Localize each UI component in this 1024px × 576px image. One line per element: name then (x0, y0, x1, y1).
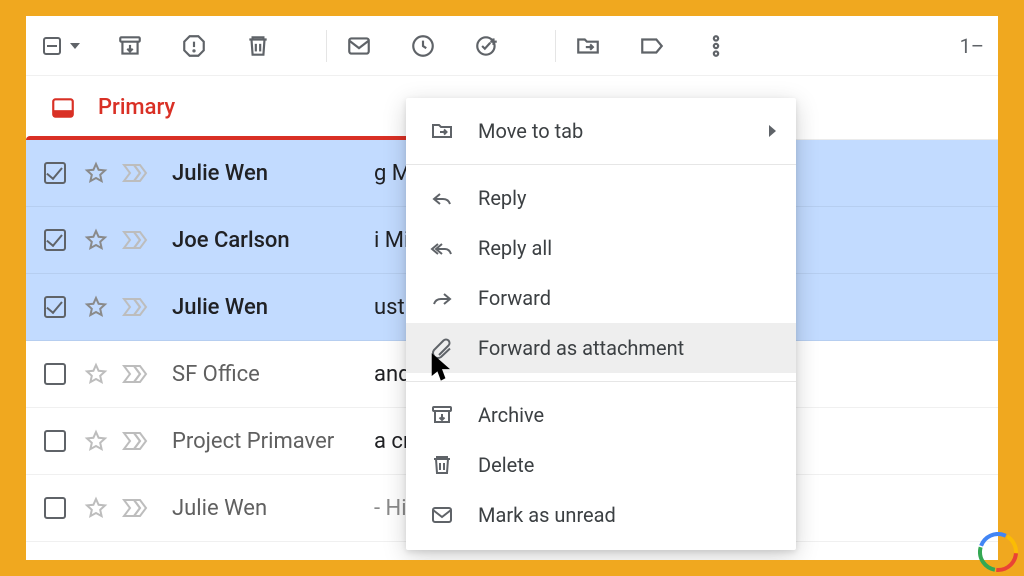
mark-unread-button[interactable] (345, 32, 373, 60)
star-icon[interactable] (84, 362, 108, 386)
report-spam-button[interactable] (180, 32, 208, 60)
context-menu: Move to tab Reply Reply all Forward Forw… (406, 98, 796, 550)
menu-label: Delete (478, 453, 534, 477)
trash-icon (430, 453, 454, 477)
toolbar-separator (326, 30, 327, 62)
menu-label: Reply all (478, 236, 552, 260)
row-sender: Project Primaver (172, 429, 362, 454)
reply-icon (430, 186, 454, 210)
importance-marker-icon[interactable] (122, 163, 150, 183)
archive-button[interactable] (116, 32, 144, 60)
menu-label: Forward (478, 286, 551, 310)
menu-divider (406, 164, 796, 165)
row-checkbox[interactable] (44, 162, 66, 184)
menu-mark-as-unread[interactable]: Mark as unread (406, 490, 796, 540)
row-checkbox[interactable] (44, 363, 66, 385)
menu-divider (406, 381, 796, 382)
menu-forward[interactable]: Forward (406, 273, 796, 323)
tab-label: Primary (98, 95, 175, 120)
star-icon[interactable] (84, 295, 108, 319)
mouse-cursor (430, 352, 454, 384)
importance-marker-icon[interactable] (122, 230, 150, 250)
menu-archive[interactable]: Archive (406, 390, 796, 440)
menu-delete[interactable]: Delete (406, 440, 796, 490)
move-to-button[interactable] (574, 32, 602, 60)
page-counter: 1– (960, 34, 984, 58)
menu-reply[interactable]: Reply (406, 173, 796, 223)
snooze-button[interactable] (409, 32, 437, 60)
mail-icon (430, 503, 454, 527)
row-sender: Julie Wen (172, 496, 362, 521)
select-all-dropdown[interactable] (40, 34, 80, 58)
delete-button[interactable] (244, 32, 272, 60)
forward-icon (430, 286, 454, 310)
importance-marker-icon[interactable] (122, 498, 150, 518)
menu-move-to-tab[interactable]: Move to tab (406, 106, 796, 156)
menu-label: Forward as attachment (478, 336, 684, 360)
row-sender: Julie Wen (172, 295, 362, 320)
row-checkbox[interactable] (44, 497, 66, 519)
row-sender: Julie Wen (172, 161, 362, 186)
row-sender: Joe Carlson (172, 228, 362, 253)
row-sender: SF Office (172, 362, 362, 387)
menu-label: Archive (478, 403, 544, 427)
row-checkbox[interactable] (44, 229, 66, 251)
gmail-frame: 1– Primary Promotions Julie Weng Meeting… (26, 16, 998, 560)
menu-reply-all[interactable]: Reply all (406, 223, 796, 273)
toolbar: 1– (26, 16, 998, 76)
menu-label: Move to tab (478, 119, 583, 143)
folder-move-icon (430, 119, 454, 143)
inbox-icon (50, 95, 76, 121)
star-icon[interactable] (84, 496, 108, 520)
star-icon[interactable] (84, 228, 108, 252)
labels-button[interactable] (638, 32, 666, 60)
menu-forward-as-attachment[interactable]: Forward as attachment (406, 323, 796, 373)
archive-icon (430, 403, 454, 427)
importance-marker-icon[interactable] (122, 364, 150, 384)
star-icon[interactable] (84, 161, 108, 185)
star-icon[interactable] (84, 429, 108, 453)
reply-all-icon (430, 236, 454, 260)
chevron-down-icon (70, 43, 80, 49)
menu-label: Reply (478, 186, 527, 210)
row-checkbox[interactable] (44, 430, 66, 452)
add-to-tasks-button[interactable] (473, 32, 501, 60)
menu-label: Mark as unread (478, 503, 616, 527)
google-logo-icon (978, 532, 1018, 572)
more-button[interactable] (702, 32, 730, 60)
row-checkbox[interactable] (44, 296, 66, 318)
toolbar-separator (555, 30, 556, 62)
importance-marker-icon[interactable] (122, 297, 150, 317)
importance-marker-icon[interactable] (122, 431, 150, 451)
